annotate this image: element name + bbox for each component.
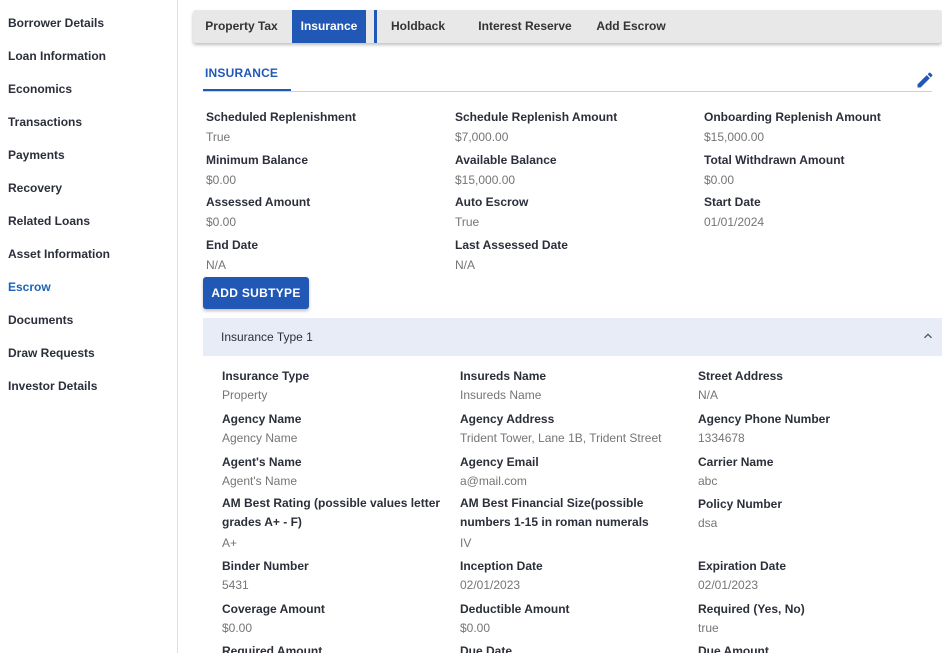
tab-divider xyxy=(374,10,377,43)
sidebar-item-asset-information[interactable]: Asset Information xyxy=(8,247,110,261)
field-value: 01/01/2024 xyxy=(704,215,765,229)
field-value: N/A xyxy=(206,258,227,272)
field-value: Property xyxy=(222,388,268,402)
field-label: Minimum Balance xyxy=(206,153,309,167)
field-label: Last Assessed Date xyxy=(455,238,568,252)
field-value: 02/01/2023 xyxy=(698,578,759,592)
edit-button[interactable] xyxy=(915,70,935,90)
field-label: Binder Number xyxy=(222,559,309,573)
field-label: Insureds Name xyxy=(460,369,547,383)
sidebar-item-documents[interactable]: Documents xyxy=(8,313,73,327)
sidebar-nav: Borrower Details Loan Information Econom… xyxy=(0,0,178,653)
field-value: IV xyxy=(460,536,472,550)
field-label: Carrier Name xyxy=(698,455,774,469)
tab-holdback[interactable]: Holdback xyxy=(383,10,453,43)
field-value: Agency Name xyxy=(222,431,298,445)
field-label: Due Amount xyxy=(698,644,769,653)
field-value: 5431 xyxy=(222,578,249,592)
insurance-type-panel-header[interactable]: Insurance Type 1 xyxy=(203,318,942,356)
field-label: Agency Phone Number xyxy=(698,412,831,426)
sidebar-item-borrower-details[interactable]: Borrower Details xyxy=(8,16,104,30)
sidebar-item-escrow[interactable]: Escrow xyxy=(8,280,51,294)
field-label: Start Date xyxy=(704,195,761,209)
field-label: Scheduled Replenishment xyxy=(206,110,357,124)
field-label: Agency Email xyxy=(460,455,539,469)
field-value: N/A xyxy=(455,258,476,272)
field-value: Trident Tower, Lane 1B, Trident Street xyxy=(460,431,662,445)
field-value: N/A xyxy=(698,388,719,402)
field-value: Agent's Name xyxy=(222,474,297,488)
field-value: True xyxy=(206,130,231,144)
field-label: Expiration Date xyxy=(698,559,787,573)
field-label: Schedule Replenish Amount xyxy=(455,110,618,124)
field-label: AM Best Financial Size(possible numbers … xyxy=(460,496,649,529)
field-value: 02/01/2023 xyxy=(460,578,521,592)
tab-add-escrow[interactable]: Add Escrow xyxy=(589,10,673,43)
field-label: Required Amount xyxy=(222,644,323,653)
sidebar-item-payments[interactable]: Payments xyxy=(8,148,65,162)
field-value: $0.00 xyxy=(222,621,253,635)
field-value: $7,000.00 xyxy=(455,130,509,144)
field-value: $0.00 xyxy=(206,215,237,229)
section-divider xyxy=(203,91,932,92)
sidebar-item-loan-information[interactable]: Loan Information xyxy=(8,49,106,63)
field-label: Agency Name xyxy=(222,412,302,426)
tab-insurance[interactable]: Insurance xyxy=(292,10,366,43)
field-label: Street Address xyxy=(698,369,783,383)
pencil-icon xyxy=(917,72,933,88)
field-label: Deductible Amount xyxy=(460,602,570,616)
tab-interest-reserve[interactable]: Interest Reserve xyxy=(469,10,581,43)
field-label: AM Best Rating (possible values letter g… xyxy=(222,496,441,529)
field-label: Inception Date xyxy=(460,559,543,573)
field-value: $15,000.00 xyxy=(704,130,765,144)
field-value: abc xyxy=(698,474,718,488)
tab-property-tax[interactable]: Property Tax xyxy=(193,10,290,43)
add-subtype-button[interactable]: ADD SUBTYPE xyxy=(203,277,309,309)
field-label: End Date xyxy=(206,238,259,252)
sidebar-item-economics[interactable]: Economics xyxy=(8,82,72,96)
field-label: Policy Number xyxy=(698,497,783,511)
field-label: Onboarding Replenish Amount xyxy=(704,110,881,124)
field-value: dsa xyxy=(698,516,718,530)
field-value: a@mail.com xyxy=(460,474,527,488)
field-label: Auto Escrow xyxy=(455,195,529,209)
field-value: $15,000.00 xyxy=(455,173,516,187)
sidebar-item-recovery[interactable]: Recovery xyxy=(8,181,62,195)
sidebar-item-draw-requests[interactable]: Draw Requests xyxy=(8,346,95,360)
field-value: A+ xyxy=(222,536,238,550)
escrow-tab-bar: Property Tax Insurance Holdback Interest… xyxy=(193,10,942,43)
section-title: INSURANCE xyxy=(205,66,279,80)
field-label: Due Date xyxy=(460,644,513,653)
sidebar-item-related-loans[interactable]: Related Loans xyxy=(8,214,90,228)
field-value: true xyxy=(698,621,719,635)
field-value: 1334678 xyxy=(698,431,745,445)
field-label: Total Withdrawn Amount xyxy=(704,153,845,167)
field-label: Coverage Amount xyxy=(222,602,325,616)
field-label: Assessed Amount xyxy=(206,195,311,209)
field-value: $0.00 xyxy=(460,621,491,635)
chevron-up-icon[interactable] xyxy=(920,328,936,344)
field-label: Agent's Name xyxy=(222,455,302,469)
field-label: Required (Yes, No) xyxy=(698,602,805,616)
field-value: $0.00 xyxy=(704,173,735,187)
field-label: Insurance Type xyxy=(222,369,310,383)
sidebar-item-investor-details[interactable]: Investor Details xyxy=(8,379,97,393)
field-value: Insureds Name xyxy=(460,388,542,402)
field-value: $0.00 xyxy=(206,173,237,187)
field-value: True xyxy=(455,215,480,229)
panel-title: Insurance Type 1 xyxy=(221,330,313,344)
field-label: Available Balance xyxy=(455,153,557,167)
field-label: Agency Address xyxy=(460,412,555,426)
sidebar-item-transactions[interactable]: Transactions xyxy=(8,115,82,129)
